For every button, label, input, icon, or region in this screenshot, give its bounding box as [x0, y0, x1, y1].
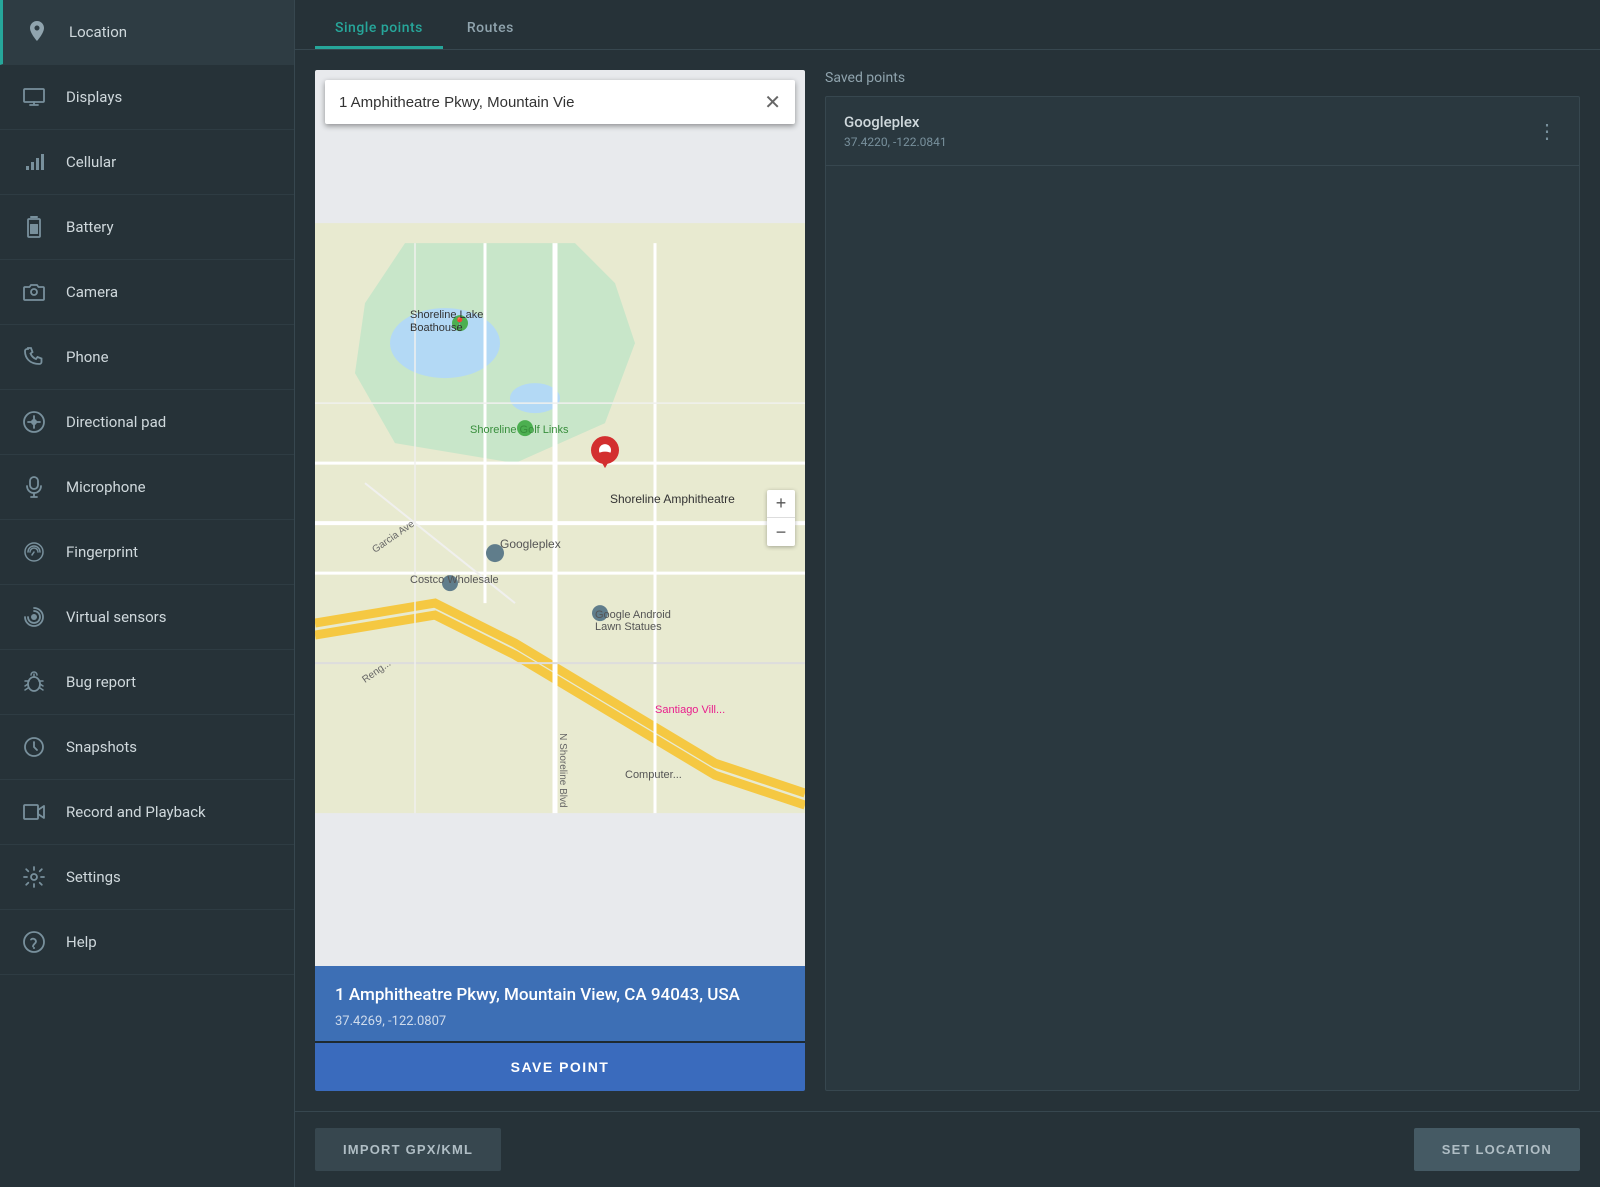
sidebar-label-virtual-sensors: Virtual sensors	[66, 608, 166, 626]
map-zoom-controls: + −	[767, 490, 795, 546]
svg-text:Lawn Statues: Lawn Statues	[595, 621, 662, 633]
saved-point-info: Googleplex 37.4220, -122.0841	[844, 113, 947, 149]
sidebar-item-fingerprint[interactable]: Fingerprint	[0, 520, 294, 585]
sidebar-item-cellular[interactable]: Cellular	[0, 130, 294, 195]
camera-icon	[20, 278, 48, 306]
main-content: Single points Routes ✕	[295, 0, 1600, 1187]
sidebar-label-fingerprint: Fingerprint	[66, 543, 138, 561]
map-container[interactable]: 📍	[315, 70, 805, 966]
sidebar-item-snapshots[interactable]: Snapshots	[0, 715, 294, 780]
question-icon	[20, 928, 48, 956]
svg-text:Costco Wholesale: Costco Wholesale	[410, 574, 499, 586]
sidebar-item-help[interactable]: Help	[0, 910, 294, 975]
search-clear-button[interactable]: ✕	[764, 90, 781, 114]
set-location-button[interactable]: SET LOCATION	[1414, 1128, 1580, 1171]
map-svg: 📍	[315, 70, 805, 966]
sidebar-label-phone: Phone	[66, 348, 109, 366]
tab-single-points[interactable]: Single points	[315, 8, 443, 49]
sidebar-item-microphone[interactable]: Microphone	[0, 455, 294, 520]
search-input[interactable]	[339, 94, 756, 111]
sidebar-item-battery[interactable]: Battery	[0, 195, 294, 260]
sidebar-label-settings: Settings	[66, 868, 121, 886]
phone-icon	[20, 343, 48, 371]
saved-points-title: Saved points	[825, 70, 1580, 86]
mic-icon	[20, 473, 48, 501]
sidebar-label-record-playback: Record and Playback	[66, 803, 206, 821]
sidebar-label-microphone: Microphone	[66, 478, 146, 496]
sidebar-item-settings[interactable]: Settings	[0, 845, 294, 910]
monitor-icon	[20, 83, 48, 111]
svg-text:Shoreline Golf Links: Shoreline Golf Links	[470, 424, 569, 436]
bottom-buttons: IMPORT GPX/KML SET LOCATION	[295, 1111, 1600, 1187]
import-gpx-kml-button[interactable]: IMPORT GPX/KML	[315, 1128, 501, 1171]
svg-text:Shoreline Amphitheatre: Shoreline Amphitheatre	[610, 492, 735, 506]
sidebar-item-phone[interactable]: Phone	[0, 325, 294, 390]
tabs-bar: Single points Routes	[295, 0, 1600, 50]
zoom-in-button[interactable]: +	[767, 490, 795, 518]
sidebar-label-displays: Displays	[66, 88, 122, 106]
gear-icon	[20, 863, 48, 891]
zoom-out-button[interactable]: −	[767, 518, 795, 546]
sidebar-label-battery: Battery	[66, 218, 114, 236]
sidebar-label-help: Help	[66, 933, 97, 951]
sidebar-label-dpad: Directional pad	[66, 413, 166, 431]
saved-point-item[interactable]: Googleplex 37.4220, -122.0841 ⋮	[826, 97, 1579, 166]
location-address: 1 Amphitheatre Pkwy, Mountain View, CA 9…	[335, 984, 785, 1008]
saved-point-name: Googleplex	[844, 113, 947, 131]
sidebar-label-snapshots: Snapshots	[66, 738, 137, 756]
sidebar-label-location: Location	[69, 23, 127, 41]
location-coords: 37.4269, -122.0807	[335, 1014, 785, 1029]
sidebar-item-dpad[interactable]: Directional pad	[0, 390, 294, 455]
sidebar: Location Displays Cellular Battery Camer…	[0, 0, 295, 1187]
svg-text:Computer...: Computer...	[625, 769, 682, 781]
sidebar-item-bug-report[interactable]: Bug report	[0, 650, 294, 715]
clock-icon	[20, 733, 48, 761]
saved-point-menu-button[interactable]: ⋮	[1533, 115, 1561, 147]
save-point-button[interactable]: SAVE POINT	[315, 1043, 805, 1091]
svg-text:Santiago Vill...: Santiago Vill...	[655, 704, 725, 716]
sensors-icon	[20, 603, 48, 631]
saved-point-coords: 37.4220, -122.0841	[844, 135, 947, 149]
search-bar: ✕	[325, 80, 795, 124]
saved-points-list: Googleplex 37.4220, -122.0841 ⋮	[825, 96, 1580, 1091]
battery-icon	[20, 213, 48, 241]
fingerprint-icon	[20, 538, 48, 566]
sidebar-item-virtual-sensors[interactable]: Virtual sensors	[0, 585, 294, 650]
bug-icon	[20, 668, 48, 696]
location-icon	[23, 18, 51, 46]
sidebar-label-camera: Camera	[66, 283, 118, 301]
map-panel: ✕	[315, 70, 805, 1091]
sidebar-item-camera[interactable]: Camera	[0, 260, 294, 325]
svg-text:Boathouse: Boathouse	[410, 322, 463, 334]
video-icon	[20, 798, 48, 826]
signal-icon	[20, 148, 48, 176]
svg-text:Googleplex: Googleplex	[500, 537, 561, 551]
sidebar-label-cellular: Cellular	[66, 153, 116, 171]
location-info: 1 Amphitheatre Pkwy, Mountain View, CA 9…	[315, 966, 805, 1041]
content-area: ✕	[295, 50, 1600, 1111]
svg-text:N Shoreline Blvd: N Shoreline Blvd	[557, 733, 568, 807]
svg-text:Shoreline Lake: Shoreline Lake	[410, 309, 483, 321]
sidebar-item-record-playback[interactable]: Record and Playback	[0, 780, 294, 845]
sidebar-item-displays[interactable]: Displays	[0, 65, 294, 130]
svg-text:Google Android: Google Android	[595, 609, 671, 621]
tab-routes[interactable]: Routes	[447, 8, 534, 49]
sidebar-label-bug-report: Bug report	[66, 673, 136, 691]
sidebar-item-location[interactable]: Location	[0, 0, 294, 65]
dpad-icon	[20, 408, 48, 436]
saved-points-panel: Saved points Googleplex 37.4220, -122.08…	[825, 70, 1580, 1091]
